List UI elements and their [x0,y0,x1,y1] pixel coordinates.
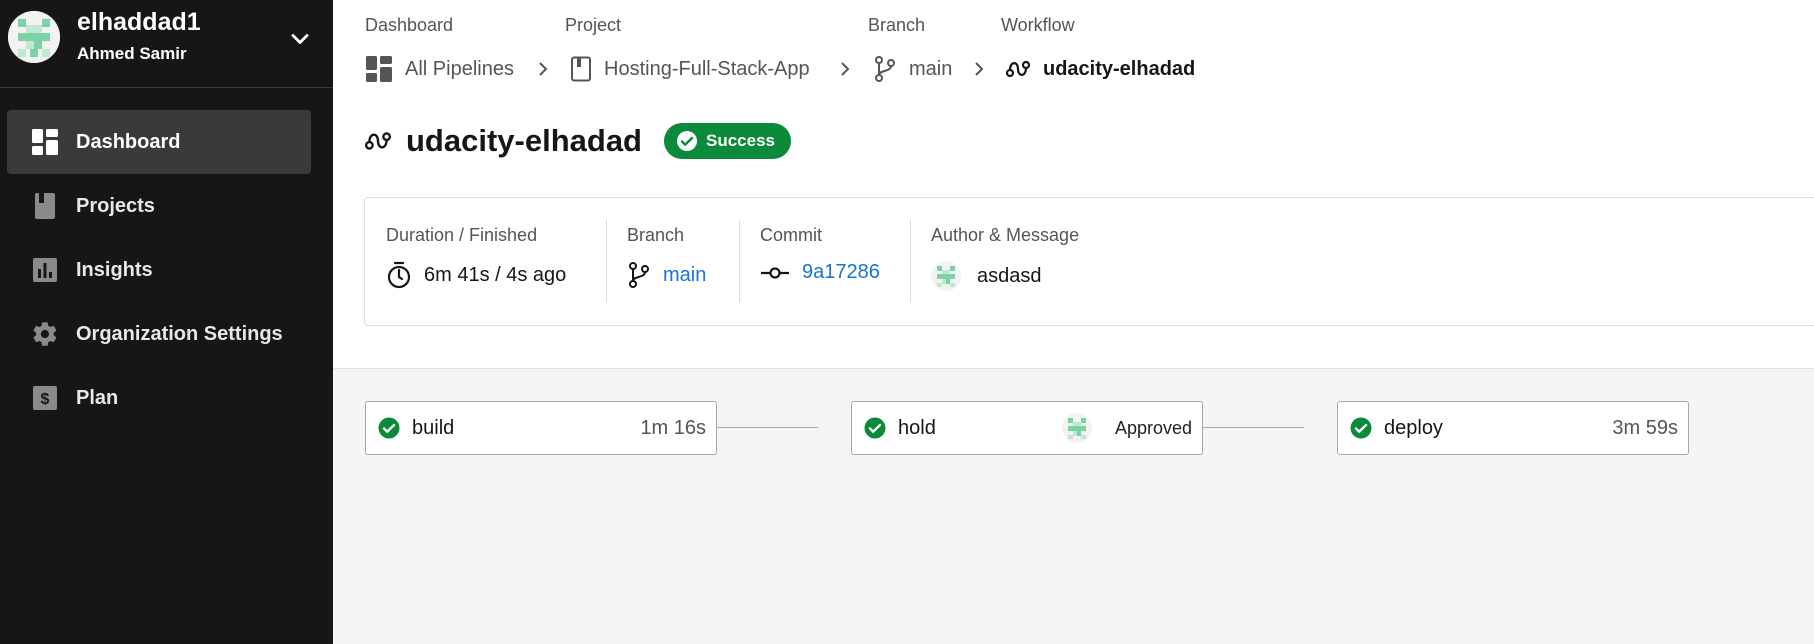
sidebar-nav: Dashboard Projects Insights Organization… [7,110,311,430]
commit-value: 9a17286 [760,261,880,284]
job-hold[interactable]: hold Approved [851,401,1203,455]
check-circle-icon [677,131,697,151]
job-connector [1203,427,1304,428]
commit-message: asdasd [977,264,1042,287]
breadcrumb-label: Branch [868,15,926,35]
job-connector [717,427,818,428]
svg-text:$: $ [41,391,50,408]
sidebar: elhaddad1 Ahmed Samir Dashboard Projects… [0,0,333,644]
breadcrumb-all-pipelines[interactable]: All Pipelines [365,52,514,86]
breadcrumb-label: Dashboard [365,15,454,35]
commit-label: Commit [760,225,822,245]
success-check-icon [864,417,886,439]
status-text: Success [706,131,775,150]
sidebar-item-plan[interactable]: $ Plan [7,366,311,430]
branch-icon [875,56,895,82]
insights-icon [30,255,60,285]
breadcrumb-label: Project [565,15,622,35]
sidebar-item-projects[interactable]: Projects [7,174,311,238]
duration-label: Duration / Finished [386,225,538,245]
branch-link[interactable]: main [663,264,706,287]
org-user-name: Ahmed Samir [77,44,187,63]
job-duration: 1m 16s [640,416,706,439]
branch-value: main [627,261,706,289]
workflow-info-card: Duration / Finished 6m 41s / 4s ago Bran… [364,197,1814,326]
org-switcher[interactable]: elhaddad1 Ahmed Samir [0,0,333,88]
breadcrumb-branch[interactable]: main [873,52,952,86]
gear-icon [30,319,60,349]
job-duration: 3m 59s [1612,416,1678,439]
workflow-icon [1005,60,1031,78]
sidebar-item-organization-settings[interactable]: Organization Settings [7,302,311,366]
breadcrumb-label: Workflow [1001,15,1075,35]
job-deploy[interactable]: deploy 3m 59s [1337,401,1689,455]
page-title: udacity-elhadad [406,123,642,158]
main-content: Dashboard Project Branch Workflow All Pi… [333,0,1814,644]
success-check-icon [1350,417,1372,439]
breadcrumb-text: main [909,57,953,80]
branch-label: Branch [627,225,685,245]
duration-value: 6m 41s / 4s ago [386,261,566,289]
org-name: elhaddad1 [77,8,201,36]
chevron-right-icon [539,62,548,76]
breadcrumb-text: Hosting-Full-Stack-App [604,57,810,80]
author-label: Author & Message [931,225,1080,245]
chevron-down-icon[interactable] [286,25,314,53]
divider [739,220,740,302]
sidebar-item-label: Organization Settings [76,322,283,345]
job-name: build [412,416,455,439]
workflow-header: udacity-elhadad Success [364,118,791,164]
author-value: asdasd [931,261,1042,291]
org-avatar [8,11,60,63]
sidebar-item-dashboard[interactable]: Dashboard [7,110,311,174]
status-badge: Success [664,123,791,159]
breadcrumb-project[interactable]: Hosting-Full-Stack-App [570,52,810,86]
divider [910,220,911,302]
branch-icon [629,262,649,288]
chevron-right-icon [841,62,850,76]
sidebar-item-label: Insights [76,258,153,281]
approval-status: Approved [1114,417,1192,438]
dashboard-icon [30,127,60,157]
workflow-graph: build 1m 16s hold Approved deploy 3m 59s [333,368,1814,644]
job-build[interactable]: build 1m 16s [365,401,717,455]
workflow-icon [364,132,392,150]
success-check-icon [378,417,400,439]
commit-icon [761,266,789,279]
breadcrumb-workflow[interactable]: udacity-elhadad [1005,52,1195,86]
breadcrumb-text: All Pipelines [405,57,514,80]
sidebar-item-insights[interactable]: Insights [7,238,311,302]
approver-avatar [1062,413,1092,443]
duration-text: 6m 41s / 4s ago [424,263,567,286]
job-name: hold [898,416,936,439]
job-name: deploy [1384,416,1443,439]
chevron-right-icon [975,62,984,76]
commit-link[interactable]: 9a17286 [802,261,880,284]
sidebar-item-label: Dashboard [76,130,181,153]
project-icon [571,56,591,82]
sidebar-item-label: Plan [76,386,119,409]
divider [606,220,607,302]
dashboard-icon [366,56,392,82]
sidebar-item-label: Projects [76,194,155,217]
plan-icon: $ [30,383,60,413]
breadcrumb-text: udacity-elhadad [1043,57,1196,80]
author-avatar [931,261,961,291]
stopwatch-icon [387,261,411,289]
projects-icon [30,191,60,221]
